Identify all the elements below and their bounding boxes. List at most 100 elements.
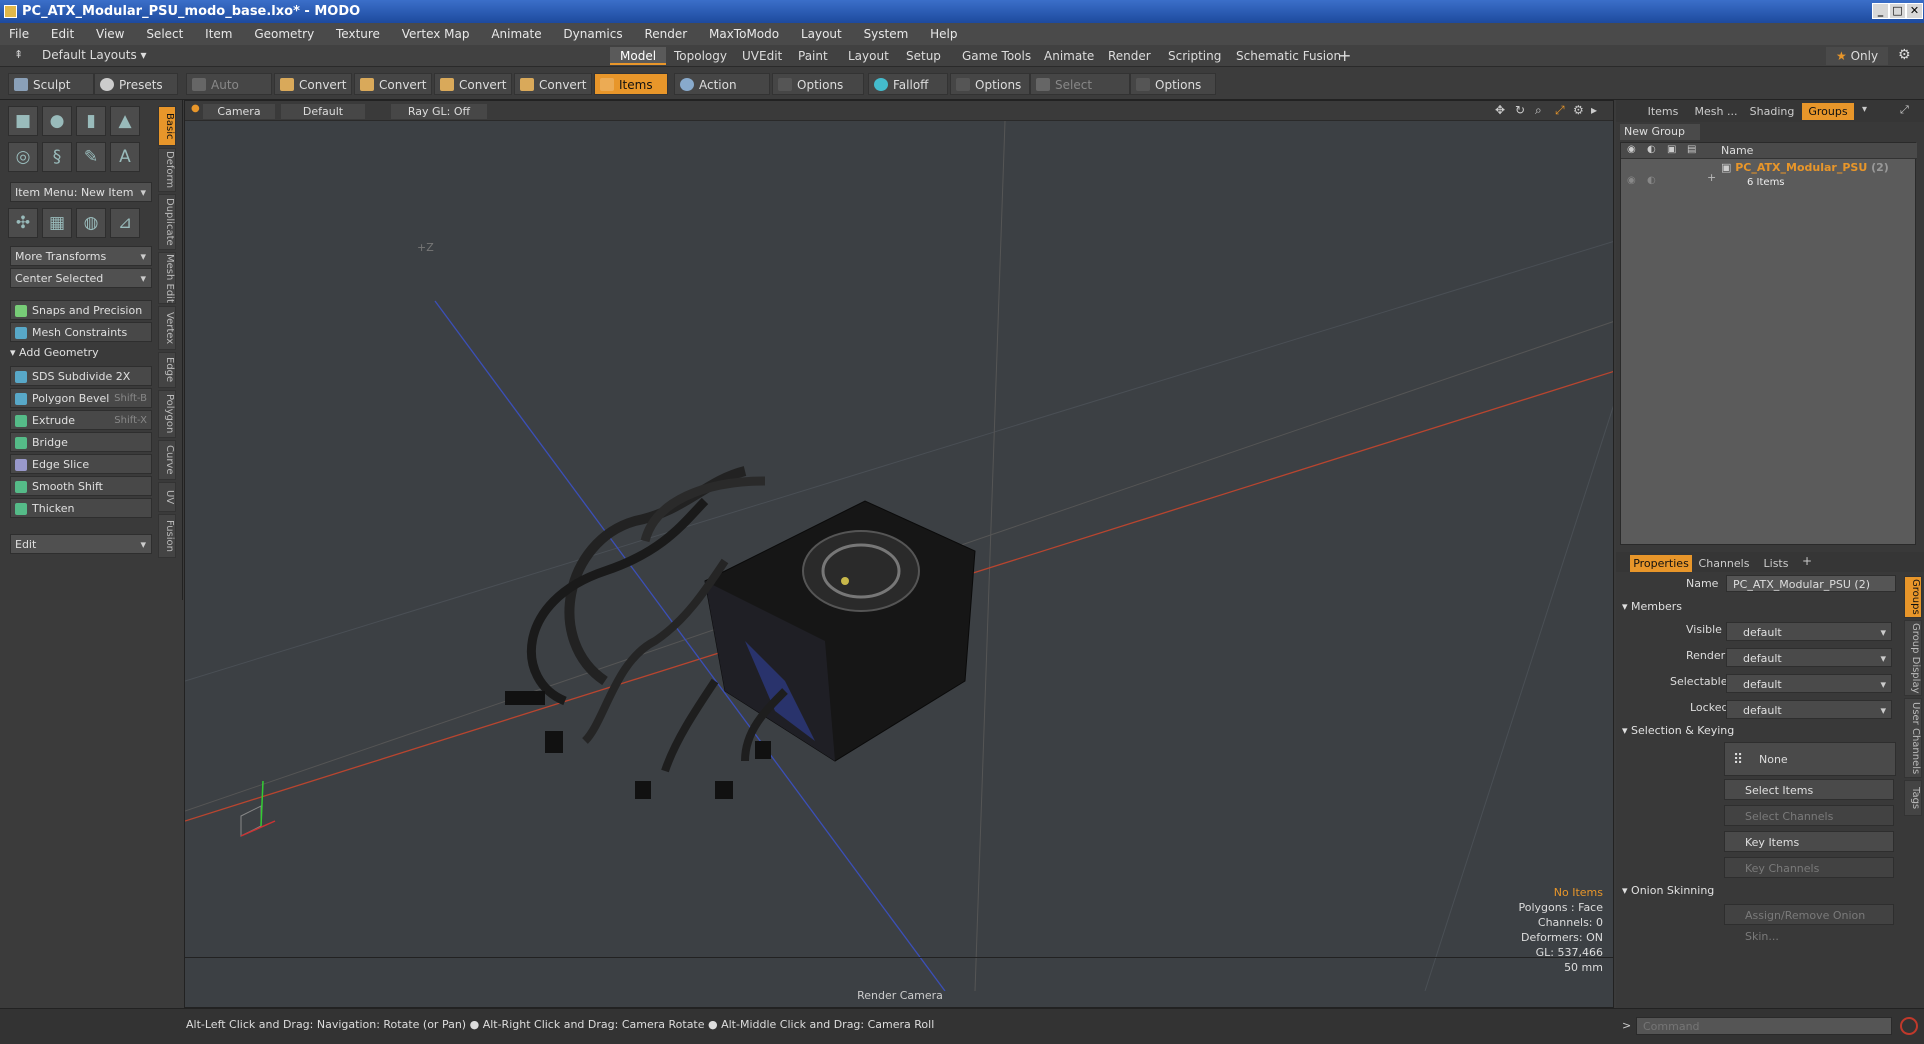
convert-button-2[interactable]: Convert [354,73,432,95]
command-input[interactable] [1636,1017,1892,1035]
tab-model[interactable]: Model [610,47,667,65]
menu-file[interactable]: File [0,23,38,45]
vtab-vertex[interactable]: Vertex [158,306,176,350]
default-layouts-dropdown[interactable]: Default Layouts ▾ [42,48,147,62]
falloff-button[interactable]: Falloff [868,73,948,95]
polygon-bevel-button[interactable]: Polygon Bevel Shift-B [10,388,152,408]
new-group-button[interactable]: New Group [1620,124,1700,140]
thicken-button[interactable]: Thicken [10,498,152,518]
menu-maxtomodo[interactable]: MaxToModo [700,23,788,45]
close-button[interactable]: ✕ [1906,3,1923,19]
convert-button-4[interactable]: Convert [514,73,592,95]
add-tab-icon[interactable]: + [1338,46,1351,65]
tab-channels[interactable]: Channels [1696,555,1752,572]
members-section[interactable]: ▾ Members [1622,600,1682,613]
rotate-icon[interactable]: ↻ [1515,103,1525,117]
selection-keying-section[interactable]: ▾ Selection & Keying [1622,724,1734,737]
pen-tool-icon[interactable]: ✎ [76,142,106,172]
vtab-curve[interactable]: Curve [158,440,176,480]
maximize-button[interactable]: □ [1889,3,1906,19]
expand-icon[interactable]: + [1707,171,1716,184]
side-tab-group-display[interactable]: Group Display [1904,620,1922,696]
select-through-button[interactable]: Select Through [1030,73,1130,114]
locked-dropdown[interactable]: default [1726,700,1892,720]
name-column-header[interactable]: Name [1721,144,1753,157]
selectable-dropdown[interactable]: default [1726,674,1892,694]
center-selected-dropdown[interactable]: Center Selected [10,268,152,289]
name-field[interactable]: PC_ATX_Modular_PSU (2) [1726,575,1896,592]
tab-animate[interactable]: Animate [1034,47,1104,65]
vtab-mesh-edit[interactable]: Mesh Edit [158,252,176,304]
menu-layout[interactable]: Layout [792,23,851,45]
grid-icon[interactable]: ▦ [42,208,72,238]
panel-expand-icon[interactable]: ⤢ [1900,103,1909,117]
render-column-icon[interactable]: ◐ [1647,144,1656,155]
extrude-button[interactable]: Extrude Shift-X [10,410,152,430]
side-tab-groups[interactable]: Groups [1904,576,1922,618]
menu-view[interactable]: View [87,23,133,45]
onion-skinning-section[interactable]: ▾ Onion Skinning [1622,884,1714,897]
select-column-icon[interactable]: ▤ [1687,144,1696,155]
tab-render[interactable]: Render [1098,47,1161,65]
tab-properties[interactable]: Properties [1630,555,1692,572]
tab-uvedit[interactable]: UVEdit [732,47,792,65]
group-row[interactable]: ◉ ◐ + ▣ PC_ATX_Modular_PSU (2) 6 Items [1621,161,1917,195]
viewport-settings-icon[interactable]: ⚙ [1573,103,1584,117]
render-dropdown[interactable]: default [1726,648,1892,668]
tab-schematic-fusion[interactable]: Schematic Fusion [1226,47,1351,65]
menu-vertex-map[interactable]: Vertex Map [393,23,479,45]
menu-system[interactable]: System [855,23,918,45]
auto-select-button[interactable]: Auto Select [186,73,272,114]
minimize-button[interactable]: _ [1872,3,1889,19]
layout-toggle-icon[interactable]: ⇞ [14,48,23,61]
options-button-2[interactable]: Options [950,73,1030,95]
lock-column-icon[interactable]: ▣ [1667,144,1676,155]
smooth-shift-button[interactable]: Smooth Shift [10,476,152,496]
edge-slice-button[interactable]: Edge Slice [10,454,152,474]
menu-dynamics[interactable]: Dynamics [554,23,631,45]
cylinder-primitive-icon[interactable]: ▮ [76,106,106,136]
action-center-button[interactable]: Action Center [674,73,770,114]
text-tool-icon[interactable]: A [110,142,140,172]
camera-dropdown[interactable]: Camera [203,104,275,119]
viewport-pin-icon[interactable]: ● [191,103,200,114]
record-icon[interactable] [1900,1017,1918,1035]
visibility-column-icon[interactable]: ◉ [1627,144,1636,155]
fit-icon[interactable]: ⤢ [1555,103,1565,118]
menu-render[interactable]: Render [635,23,696,45]
tab-game-tools[interactable]: Game Tools [952,47,1041,65]
menu-texture[interactable]: Texture [327,23,389,45]
globe-icon[interactable]: ◍ [76,208,106,238]
row-eye-icon[interactable]: ◉ [1627,175,1636,186]
vtab-basic[interactable]: Basic [158,106,176,146]
tab-topology[interactable]: Topology [664,47,737,65]
key-items-button[interactable]: Key Items [1724,831,1894,852]
item-menu-dropdown[interactable]: Item Menu: New Item [10,182,152,203]
sds-subdivide-button[interactable]: SDS Subdivide 2X [10,366,152,386]
menu-geometry[interactable]: Geometry [245,23,323,45]
menu-animate[interactable]: Animate [482,23,550,45]
tab-setup[interactable]: Setup [896,47,951,65]
sculpt-button[interactable]: Sculpt [8,73,94,95]
side-tab-tags[interactable]: Tags [1904,780,1922,816]
mesh-constraints-button[interactable]: Mesh Constraints [10,322,152,342]
menu-edit[interactable]: Edit [42,23,83,45]
convert-button-1[interactable]: Convert [274,73,352,95]
row-render-icon[interactable]: ◐ [1647,175,1656,186]
vtab-duplicate[interactable]: Duplicate [158,194,176,250]
tab-lists[interactable]: Lists [1756,555,1796,572]
vtab-uv[interactable]: UV [158,482,176,512]
cube-primitive-icon[interactable]: ■ [8,106,38,136]
3d-viewport[interactable]: ● Camera Default Ray GL: Off ✥ ↻ ⌕ ⤢ ⚙ ▸… [184,100,1614,1008]
torus-primitive-icon[interactable]: ◎ [8,142,38,172]
menu-select[interactable]: Select [137,23,192,45]
raygl-toggle[interactable]: Ray GL: Off [391,104,487,119]
options-button-3[interactable]: Options [1130,73,1216,95]
selection-set-dropdown[interactable]: ⠿ None [1724,742,1896,776]
gear-icon[interactable]: ⚙ [1898,47,1911,63]
tab-menu-icon[interactable]: ▾ [1862,104,1867,115]
select-channels-button[interactable]: Select Channels [1724,805,1894,826]
edit-dropdown[interactable]: Edit [10,534,152,555]
cone-primitive-icon[interactable]: ▲ [110,106,140,136]
menu-help[interactable]: Help [921,23,966,45]
